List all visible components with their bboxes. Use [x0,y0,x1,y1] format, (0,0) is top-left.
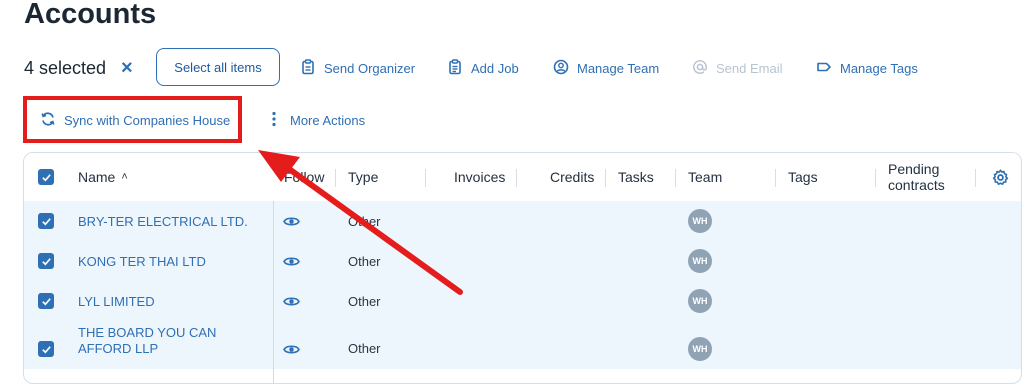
accounts-table: Name ˄ Follow Type Invoices Credits Task… [23,152,1022,384]
eye-icon[interactable] [283,253,300,270]
account-name[interactable]: KONG TER THAI LTD [78,241,206,281]
row-checkbox[interactable] [38,253,54,269]
tag-icon [816,59,832,78]
add-job-button[interactable]: Add Job [447,59,519,78]
page-title: Accounts [24,0,157,30]
column-pending-contracts[interactable]: Pending contracts [888,153,958,201]
more-actions-button[interactable]: More Actions [266,111,365,130]
user-circle-icon [553,59,569,78]
column-invoices[interactable]: Invoices [454,153,505,201]
sort-ascending-icon: ˄ [121,171,128,183]
column-team[interactable]: Team [688,153,722,201]
eye-icon[interactable] [283,341,300,358]
column-settings-gear-icon[interactable] [992,153,1009,201]
row-checkbox[interactable] [38,213,54,229]
manage-tags-button[interactable]: Manage Tags [816,59,918,78]
avatar: WH [688,209,712,233]
account-type: Other [348,341,381,356]
account-name[interactable]: BRY-TER ELECTRICAL LTD. [78,201,248,241]
add-job-label: Add Job [471,61,519,76]
send-organizer-label: Send Organizer [324,61,416,76]
account-type: Other [348,253,381,269]
row-checkbox[interactable] [38,293,54,309]
manage-team-label: Manage Team [577,61,660,76]
selected-count: 4 selected [24,58,107,78]
frozen-column-divider [273,201,274,383]
at-sign-icon [692,59,708,78]
send-email-label: Send Email [716,61,783,76]
column-type[interactable]: Type [348,153,378,201]
row-checkbox[interactable] [38,341,54,357]
table-row[interactable]: KONG TER THAI LTD Other WH [24,241,1021,281]
select-all-checkbox[interactable] [38,153,54,201]
highlight-box [23,96,242,143]
avatar: WH [688,337,712,361]
table-row[interactable]: THE BOARD YOU CAN AFFORD LLP Other WH [24,321,1021,369]
manage-team-button[interactable]: Manage Team [553,59,659,78]
eye-icon[interactable] [283,213,300,230]
column-credits[interactable]: Credits [550,153,594,201]
account-type: Other [348,213,381,229]
more-actions-label: More Actions [290,113,366,128]
table-row[interactable]: LYL LIMITED Other WH [24,281,1021,321]
account-name[interactable]: THE BOARD YOU CAN AFFORD LLP [78,325,263,357]
send-organizer-button[interactable]: Send Organizer [300,59,415,78]
column-tasks[interactable]: Tasks [618,153,654,201]
more-vertical-icon [266,111,282,130]
column-name[interactable]: Name ˄ [78,153,128,201]
clipboard-list-icon [447,59,463,78]
column-follow[interactable]: Follow [284,153,324,201]
avatar: WH [688,289,712,313]
manage-tags-label: Manage Tags [840,61,918,76]
account-type: Other [348,293,381,309]
clipboard-icon [300,59,316,78]
send-email-button[interactable]: Send Email [692,59,782,78]
account-name[interactable]: LYL LIMITED [78,281,155,321]
avatar: WH [688,249,712,273]
clear-selection-icon[interactable]: × [121,57,133,80]
eye-icon[interactable] [283,293,300,310]
column-tags[interactable]: Tags [788,153,818,201]
select-all-button[interactable]: Select all items [156,48,280,86]
column-name-label: Name [78,169,116,185]
table-header: Name ˄ Follow Type Invoices Credits Task… [24,153,1021,202]
table-row[interactable]: BRY-TER ELECTRICAL LTD. Other WH [24,201,1021,241]
